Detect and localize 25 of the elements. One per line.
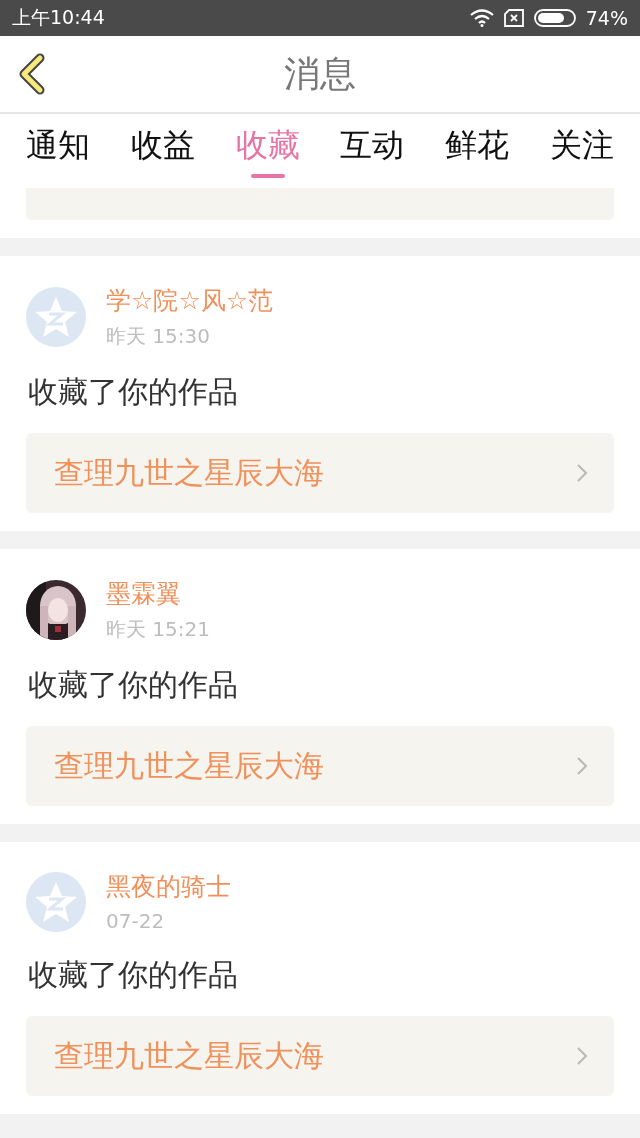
- tab[interactable]: 收益: [130, 114, 195, 188]
- tab[interactable]: 关注: [550, 114, 614, 188]
- battery-icon: [533, 9, 576, 27]
- user-name: 墨霖翼: [106, 578, 182, 610]
- message-text: 收藏了你的作品: [28, 666, 239, 704]
- tab[interactable]: 通知: [26, 114, 90, 188]
- chevron-right-icon: [576, 463, 588, 483]
- user-name: 学☆院☆风☆范: [106, 285, 274, 317]
- chevron-right-icon: [576, 1046, 588, 1066]
- message-text: 收藏了你的作品: [28, 956, 239, 994]
- wifi-icon: [469, 9, 494, 27]
- message-text: 收藏了你的作品: [28, 373, 239, 411]
- default-avatar-icon: [26, 287, 86, 347]
- message-time: 昨天 15:21: [106, 616, 210, 643]
- tab[interactable]: 鲜花: [445, 114, 510, 188]
- user-name: 黑夜的骑士: [106, 871, 231, 903]
- message-time: 昨天 15:30: [106, 323, 211, 350]
- status-time: 上午10:44: [12, 5, 105, 30]
- tab[interactable]: 互动: [340, 114, 405, 188]
- message-time: 07-22: [106, 909, 166, 933]
- default-avatar-icon: [26, 871, 86, 932]
- page-title: 消息: [284, 51, 356, 96]
- chevron-right-icon: [576, 756, 588, 776]
- no-sim-icon: [503, 9, 524, 27]
- battery-percent: 74%: [585, 7, 628, 29]
